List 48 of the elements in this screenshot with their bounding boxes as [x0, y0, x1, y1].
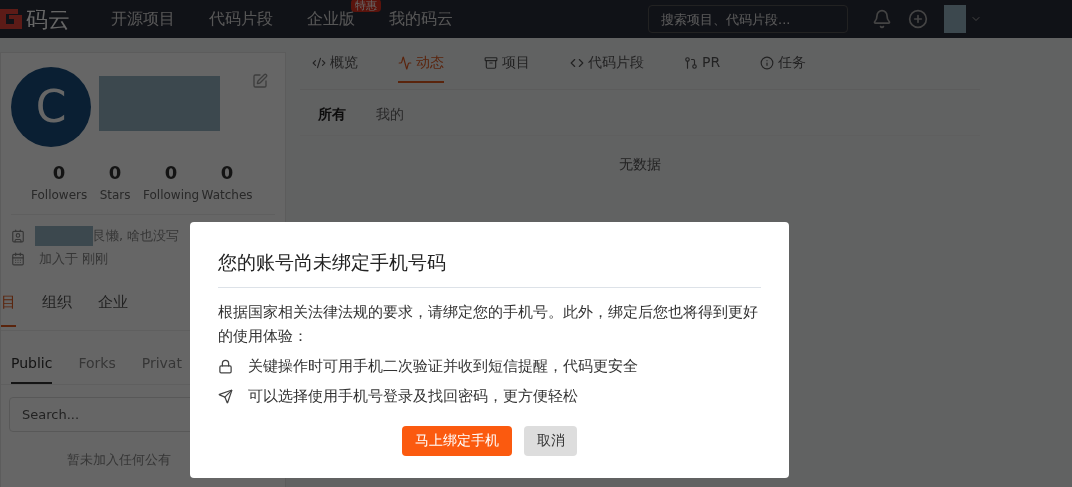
info-icon [760, 55, 775, 70]
profile-tab[interactable]: 目 [1, 291, 16, 327]
section-tab[interactable]: 项目 [484, 52, 530, 81]
lock-icon [218, 359, 233, 374]
dialog-title: 您的账号尚未绑定手机号码 [218, 248, 761, 288]
section-tab[interactable]: 动态 [398, 52, 444, 83]
filter-tab[interactable]: 所有 [318, 104, 346, 125]
user-avatar[interactable] [944, 5, 966, 33]
stat-label: Following [143, 187, 200, 204]
empty-message: 无数据 [618, 155, 662, 174]
feature-text: 关键操作时可用手机二次验证并收到短信提醒，代码更安全 [248, 356, 638, 378]
stat-label: Followers [31, 187, 88, 204]
dialog-message: 根据国家相关法律法规的要求，请绑定您的手机号。此外，绑定后您也将得到更好的使用体验： [218, 302, 759, 346]
promo-badge: 特惠 [351, 0, 381, 12]
id-card-icon [11, 229, 25, 243]
notification-bell-icon[interactable] [872, 9, 892, 29]
stat-count: 0 [164, 161, 178, 185]
pulse-icon [398, 55, 412, 70]
logo-text: 码云 [26, 5, 70, 34]
redacted-name [35, 226, 93, 246]
pull-request-icon [684, 55, 698, 70]
edit-icon[interactable] [252, 73, 268, 89]
section-tab[interactable]: 代码片段 [570, 52, 644, 81]
stat-label: Stars [99, 187, 131, 204]
stat-label: Watches [201, 187, 253, 204]
code-window-icon [312, 55, 326, 70]
stat-count: 0 [52, 161, 66, 185]
logo-icon [0, 7, 22, 31]
cancel-button[interactable]: 取消 [524, 425, 577, 456]
filter-tab[interactable]: 我的 [376, 104, 404, 125]
section-tab[interactable]: 概览 [312, 52, 358, 81]
stat-count: 0 [108, 161, 122, 185]
nav-link[interactable]: 代码片段 [209, 9, 273, 28]
nav-link[interactable]: 企业版 [307, 9, 355, 28]
bind-phone-button[interactable]: 马上绑定手机 [402, 425, 512, 456]
profile-tab[interactable]: 企业 [98, 291, 128, 325]
search-field[interactable]: 搜索项目、代码片段... [648, 5, 848, 33]
section-tab[interactable]: PR [684, 52, 721, 81]
stat-count: 0 [220, 161, 234, 185]
filter-tab[interactable]: Public [11, 353, 53, 384]
box-icon [484, 55, 498, 70]
nav-link[interactable]: 我的码云 [389, 9, 453, 28]
calendar-icon [11, 252, 25, 266]
add-icon[interactable] [908, 9, 928, 29]
section-tab[interactable]: 任务 [760, 52, 807, 81]
profile-tab[interactable]: 组织 [42, 291, 72, 325]
user-avatar: C [11, 67, 91, 147]
paper-plane-icon [218, 389, 233, 404]
